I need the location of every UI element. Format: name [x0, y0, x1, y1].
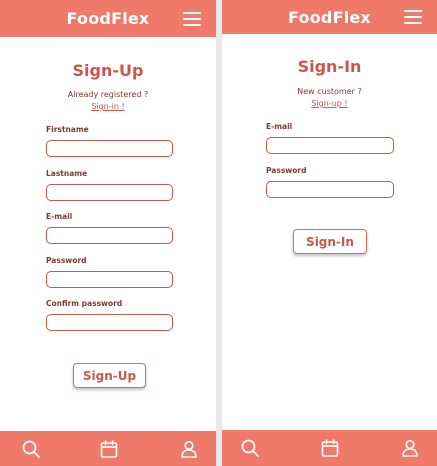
top-bar: FoodFlex: [222, 0, 437, 34]
top-bar: FoodFlex: [0, 0, 216, 37]
firstname-label: Firstname: [46, 125, 89, 134]
signin-button[interactable]: Sign-In: [293, 229, 367, 254]
password-label: Password: [46, 256, 87, 265]
search-icon[interactable]: [240, 438, 260, 458]
confirm-password-label: Confirm password: [46, 299, 123, 308]
password-input[interactable]: [266, 181, 394, 198]
lastname-label: Lastname: [46, 169, 88, 178]
search-icon[interactable]: [21, 439, 41, 459]
bottom-nav-bar: [222, 430, 437, 466]
password-label: Password: [266, 166, 307, 175]
hamburger-menu-icon[interactable]: [183, 11, 201, 26]
email-input[interactable]: [46, 227, 173, 244]
email-label: E-mail: [266, 122, 293, 131]
signup-screen: FoodFlex Sign-Up Already registered ? Si…: [0, 0, 216, 466]
hamburger-menu-icon[interactable]: [404, 10, 422, 24]
bottom-nav-bar: [0, 431, 216, 466]
email-label: E-mail: [46, 212, 73, 221]
signin-link[interactable]: Sign-in !: [0, 102, 216, 111]
password-input[interactable]: [46, 271, 173, 288]
page-title: Sign-Up: [72, 61, 144, 80]
calendar-icon[interactable]: [320, 438, 340, 458]
page-title: Sign-In: [297, 57, 362, 76]
email-input[interactable]: [266, 137, 394, 154]
user-icon[interactable]: [400, 438, 420, 458]
firstname-input[interactable]: [46, 140, 173, 157]
signup-button[interactable]: Sign-Up: [73, 363, 146, 388]
user-icon[interactable]: [179, 439, 199, 459]
already-registered-text: Already registered ?: [67, 90, 149, 99]
calendar-icon[interactable]: [99, 439, 119, 459]
lastname-input[interactable]: [46, 184, 173, 201]
signup-link[interactable]: Sign-up !: [222, 99, 437, 108]
signin-screen: FoodFlex Sign-In New customer ? Sign-up …: [222, 0, 437, 466]
new-customer-text: New customer ?: [297, 87, 362, 96]
confirm-password-input[interactable]: [46, 314, 173, 331]
